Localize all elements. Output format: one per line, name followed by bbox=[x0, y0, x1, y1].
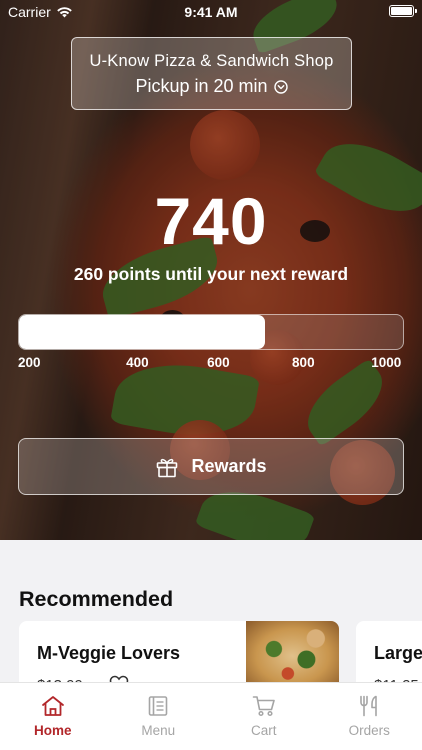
hero-banner: Carrier 9:41 AM U-Know Pizza & Sandwich … bbox=[0, 0, 422, 540]
status-bar: Carrier 9:41 AM bbox=[0, 0, 422, 24]
store-name: U-Know Pizza & Sandwich Shop bbox=[89, 52, 334, 70]
battery-icon bbox=[389, 5, 417, 17]
menu-book-icon bbox=[148, 696, 168, 716]
tab-cart[interactable]: Cart bbox=[211, 683, 317, 750]
tab-orders[interactable]: Orders bbox=[317, 683, 422, 750]
pickup-label: Pickup in 20 min bbox=[135, 76, 268, 96]
cart-icon bbox=[252, 696, 275, 717]
gift-icon bbox=[157, 458, 178, 477]
rewards-progress-bar bbox=[18, 314, 404, 350]
progress-tick-label: 600 bbox=[207, 355, 230, 370]
clock: 9:41 AM bbox=[184, 4, 238, 20]
progress-tick-label: 1000 bbox=[371, 355, 402, 370]
progress-tick-label: 400 bbox=[126, 355, 149, 370]
tab-menu[interactable]: Menu bbox=[106, 683, 212, 750]
item-name: Large bbox=[374, 643, 422, 663]
tab-orders-label: Orders bbox=[348, 723, 390, 738]
rewards-button-label: Rewards bbox=[191, 456, 267, 476]
recommended-item-card[interactable]: Large $11.25 bbox=[356, 621, 422, 691]
item-name: M-Veggie Lovers bbox=[37, 643, 181, 663]
tab-cart-label: Cart bbox=[250, 723, 277, 738]
recommended-item-card[interactable]: M-Veggie Lovers $13.99 bbox=[19, 621, 339, 691]
rewards-progress-fill bbox=[19, 315, 265, 349]
store-selector[interactable]: U-Know Pizza & Sandwich Shop Pickup in 2… bbox=[71, 37, 352, 110]
progress-tick-labels: 200 400 600 800 1000 bbox=[18, 355, 404, 373]
item-photo bbox=[246, 621, 339, 691]
pickup-time: Pickup in 20 min bbox=[72, 76, 351, 97]
tab-menu-label: Menu bbox=[141, 723, 176, 738]
tab-home[interactable]: Home bbox=[0, 683, 106, 750]
progress-tick-label: 800 bbox=[292, 355, 315, 370]
points-balance: 740 bbox=[154, 184, 268, 258]
recommended-heading: Recommended bbox=[19, 587, 174, 611]
home-icon bbox=[41, 696, 64, 716]
chevron-down-circle-icon bbox=[273, 80, 288, 94]
tab-home-label: Home bbox=[33, 723, 72, 738]
progress-tick-label: 200 bbox=[18, 355, 41, 370]
fork-knife-icon bbox=[360, 695, 378, 717]
tab-bar: Home Menu Cart Orders bbox=[0, 682, 422, 750]
points-until-reward: 260 points until your next reward bbox=[73, 264, 349, 284]
rewards-button[interactable]: Rewards bbox=[18, 438, 404, 495]
